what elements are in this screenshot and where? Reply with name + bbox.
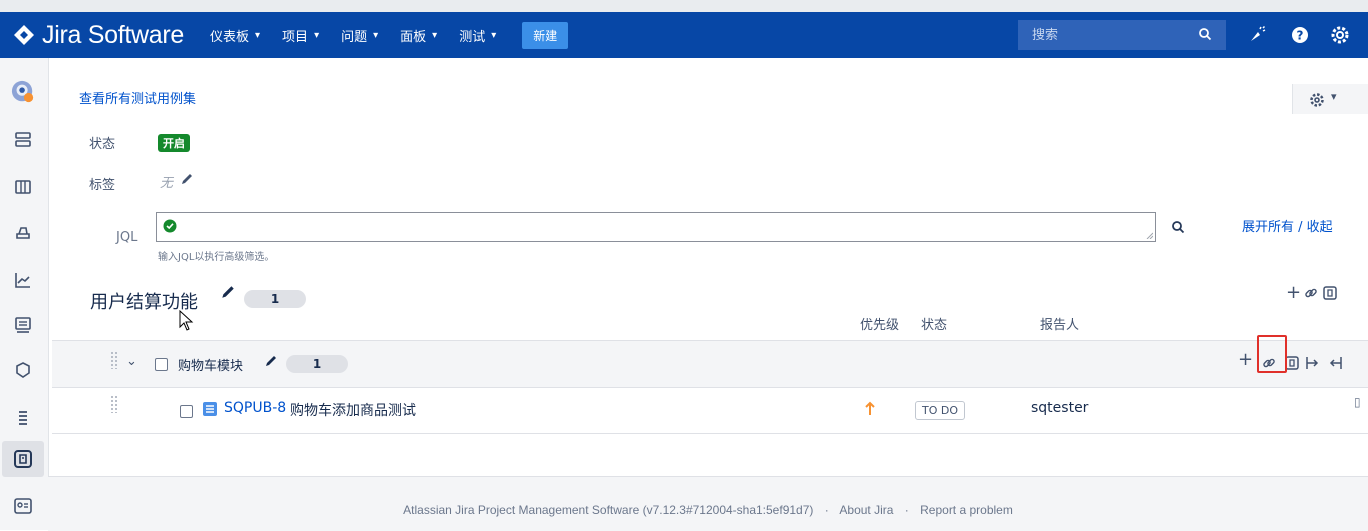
jira-logo[interactable]: Jira Software — [12, 21, 184, 50]
issue-title[interactable]: 购物车添加商品测试 — [290, 400, 416, 420]
chevron-down-icon: ▾ — [1331, 90, 1337, 103]
edit-module-pencil-icon[interactable] — [264, 354, 278, 368]
search-icon[interactable] — [1198, 27, 1212, 41]
menu-label: 仪表板 — [210, 29, 250, 45]
brand-name: Jira Software — [42, 20, 184, 49]
chevron-down-icon: ▾ — [314, 29, 320, 41]
suite-document-icon[interactable] — [1322, 285, 1338, 301]
jql-label: JQL — [116, 230, 138, 245]
menu-dashboards[interactable]: 仪表板 ▾ — [210, 22, 260, 49]
status-label: 状态 — [89, 137, 116, 152]
chevron-down-icon: ▾ — [373, 29, 379, 41]
menu-label: 面板 — [400, 29, 427, 45]
edit-suite-pencil-icon[interactable] — [220, 284, 236, 300]
column-status[interactable]: 状态 — [921, 314, 947, 333]
chevron-down-icon: ▾ — [432, 29, 438, 41]
expand-collapse-all-link[interactable]: 展开所有 / 收起 — [1242, 216, 1333, 235]
footer-separator: · — [904, 503, 909, 517]
test-issue-type-icon — [203, 402, 217, 416]
jql-input[interactable] — [156, 212, 1156, 242]
add-to-module-icon[interactable]: + — [1238, 349, 1253, 370]
move-in-icon[interactable] — [1328, 355, 1344, 371]
status-lozenge: TO DO — [915, 401, 966, 420]
gear-icon — [1310, 93, 1324, 107]
jql-hint: 输入JQL以执行高级筛选。 — [158, 252, 275, 263]
menu-issues[interactable]: 问题 ▾ — [341, 22, 378, 49]
jql-search-icon[interactable] — [1171, 220, 1185, 234]
search-input[interactable] — [1030, 26, 1194, 44]
test-suites-icon[interactable] — [11, 447, 35, 471]
reports-icon[interactable] — [11, 268, 35, 292]
status-badge: 开启 — [158, 134, 190, 152]
chevron-down-icon[interactable]: ⌄ — [126, 354, 137, 369]
chevron-down-icon: ▾ — [491, 29, 497, 41]
settings-dropdown-button[interactable]: ▾ — [1292, 84, 1368, 114]
test-cycles-icon[interactable] — [11, 494, 35, 518]
suite-count-badge: 1 — [244, 290, 306, 308]
drag-handle-icon[interactable] — [110, 351, 118, 369]
priority-high-arrow-icon — [865, 401, 875, 415]
module-checkbox[interactable] — [155, 358, 168, 371]
tags-value[interactable]: 无 — [160, 172, 173, 191]
project-avatar-icon — [11, 80, 34, 103]
module-count-badge: 1 — [286, 355, 348, 373]
row-actions-icon[interactable]: ▯ — [1354, 395, 1361, 409]
link-icon[interactable] — [1304, 286, 1318, 300]
list-icon[interactable] — [11, 405, 35, 429]
menu-label: 问题 — [341, 29, 368, 45]
top-navigation: Jira Software 仪表板 ▾ 项目 ▾ 问题 ▾ 面板 ▾ 测试 ▾ … — [0, 12, 1368, 58]
project-sidebar — [0, 58, 49, 530]
column-reporter[interactable]: 报告人 — [1040, 314, 1079, 333]
module-row: ⌄ 购物车模块 1 + — [52, 340, 1368, 388]
pencil-icon[interactable] — [180, 172, 194, 186]
main-content: 查看所有测试用例集 ▾ 状态 开启 标签 无 JQL 输入JQL以执行高级筛选。… — [48, 58, 1368, 531]
board-icon[interactable] — [11, 175, 35, 199]
project-avatar[interactable] — [11, 80, 35, 104]
column-priority[interactable]: 优先级 — [860, 314, 899, 333]
settings-gear-icon[interactable] — [1330, 25, 1350, 45]
footer: Atlassian Jira Project Management Softwa… — [48, 476, 1368, 531]
chevron-down-icon: ▾ — [255, 29, 261, 41]
jira-diamond-icon — [14, 25, 34, 45]
components-icon[interactable] — [11, 358, 35, 382]
releases-icon[interactable] — [11, 221, 35, 245]
reporter-value: sqtester — [1031, 400, 1089, 416]
tags-label: 标签 — [89, 178, 116, 193]
menu-label: 项目 — [282, 29, 309, 45]
backlog-icon[interactable] — [11, 128, 35, 152]
footer-separator: · — [824, 503, 829, 517]
help-icon[interactable]: ? — [1290, 25, 1310, 45]
main-menu: 仪表板 ▾ 项目 ▾ 问题 ▾ 面板 ▾ 测试 ▾ 新建 — [210, 21, 569, 49]
svg-text:?: ? — [1297, 29, 1304, 43]
browser-top-strip — [0, 0, 1368, 12]
search-box — [1018, 20, 1226, 50]
mouse-cursor-icon — [179, 310, 194, 331]
issue-checkbox[interactable] — [180, 405, 193, 418]
jql-valid-check-icon — [163, 219, 177, 233]
menu-projects[interactable]: 项目 ▾ — [282, 22, 319, 49]
menu-tests[interactable]: 测试 ▾ — [459, 22, 496, 49]
issue-key-link[interactable]: SQPUB-8 — [224, 400, 286, 416]
view-all-test-suites-link[interactable]: 查看所有测试用例集 — [79, 88, 196, 107]
issues-icon[interactable] — [11, 313, 35, 337]
menu-label: 测试 — [459, 29, 486, 45]
move-out-icon[interactable] — [1304, 355, 1320, 371]
create-button[interactable]: 新建 — [522, 21, 569, 49]
add-to-suite-icon[interactable]: + — [1286, 282, 1301, 303]
annotation-highlight-box — [1257, 335, 1287, 373]
resize-handle-icon[interactable] — [1145, 231, 1153, 239]
footer-version-text: Atlassian Jira Project Management Softwa… — [403, 503, 814, 517]
menu-boards[interactable]: 面板 ▾ — [400, 22, 437, 49]
module-name: 购物车模块 — [178, 359, 244, 374]
notifications-icon[interactable] — [1248, 25, 1268, 45]
report-problem-link[interactable]: Report a problem — [920, 503, 1013, 517]
table-row[interactable]: SQPUB-8 购物车添加商品测试 sqtester ▯ — [52, 387, 1368, 434]
about-jira-link[interactable]: About Jira — [839, 503, 893, 517]
drag-handle-icon[interactable] — [110, 395, 118, 413]
